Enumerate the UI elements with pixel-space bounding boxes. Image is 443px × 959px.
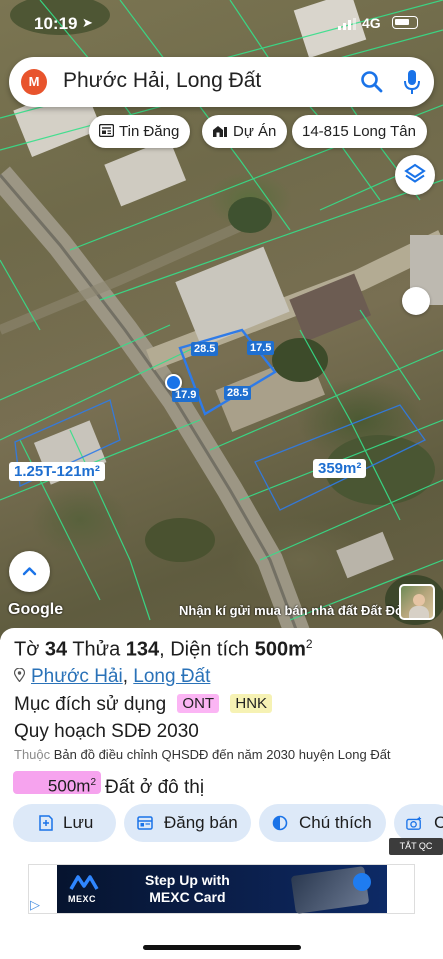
legend-button[interactable]: Chú thích: [259, 804, 386, 842]
ward-link[interactable]: Phước Hải: [31, 666, 123, 687]
land-use-tag-ont: ONT: [177, 694, 220, 713]
plan-area-desc: Đất ở đô thị: [105, 776, 205, 798]
chip-long-tan[interactable]: 14-815 Long Tân: [292, 115, 427, 148]
google-attribution: Google: [8, 601, 64, 618]
plot-area-label[interactable]: 359m²: [313, 459, 367, 478]
ad-choices-icon[interactable]: ▷: [30, 897, 48, 913]
post-sale-label: Đăng bán: [164, 813, 238, 832]
land-use-row: Mục đích sử dụng ONT HNK: [14, 694, 273, 716]
ad-creative[interactable]: MEXC Step Up with MEXC Card: [57, 865, 387, 914]
sheet-number: 34: [44, 638, 68, 661]
chip-label: Dự Án: [233, 123, 277, 140]
battery-icon: [392, 16, 418, 29]
status-bar: 10:19 ➤ 4G: [0, 0, 443, 48]
search-bar[interactable]: M Phước Hải, Long Đất: [9, 57, 434, 107]
chip-du-an[interactable]: Dự Án: [202, 115, 288, 148]
chip-label: Tin Đăng: [119, 123, 180, 140]
signal-icon: [338, 18, 356, 30]
camera-icon: [406, 816, 422, 830]
location-arrow-icon: ➤: [82, 15, 93, 30]
mic-icon[interactable]: [403, 68, 421, 96]
land-use-label: Mục đích sử dụng: [14, 694, 167, 715]
ad-brand: MEXC: [68, 894, 97, 904]
post-sale-button[interactable]: Đăng bán: [124, 804, 251, 842]
building-icon: [213, 125, 227, 137]
current-location-dot: [165, 374, 182, 391]
search-icon[interactable]: [359, 69, 385, 95]
listing-icon: [137, 816, 153, 830]
plan-source: Thuộc Bản đồ điều chỉnh QHSDĐ đến năm 20…: [14, 747, 391, 762]
satellite-map[interactable]: 10:19 ➤ 4G M Phước Hải, Long Đất Tin Đăn…: [0, 0, 443, 640]
legend-label: Chú thích: [299, 813, 372, 832]
parcel-number: 134: [125, 638, 160, 661]
avatar[interactable]: M: [21, 69, 47, 95]
dimension-label: 28.5: [191, 342, 219, 356]
ad-banner[interactable]: ▷ MEXC Step Up with MEXC Card: [28, 864, 415, 914]
camera-button[interactable]: C: [394, 804, 443, 842]
plan-area-row: 500m2 Đất ở đô thị: [13, 771, 204, 799]
coin-icon: [353, 873, 371, 891]
agent-thumbnail[interactable]: [399, 584, 435, 620]
parcel-area: 500m: [254, 638, 306, 661]
chevron-up-icon: [22, 567, 37, 576]
home-indicator: [143, 945, 301, 950]
dimension-label: 17.5: [247, 341, 275, 355]
legend-icon: [272, 815, 288, 831]
save-icon: [39, 815, 53, 831]
close-ad-button[interactable]: TẮT QC: [389, 838, 443, 855]
plan-title: Quy hoạch SDĐ 2030: [14, 721, 199, 742]
map-banner-text[interactable]: Nhận kí gửi mua bán nhà đất Đất Đỏ: [179, 603, 399, 618]
location-row: Phước Hải, Long Đất: [14, 666, 210, 688]
dimension-label: 28.5: [224, 386, 252, 400]
network-label: 4G: [362, 15, 381, 31]
pin-icon: [14, 667, 25, 682]
ad-headline: Step Up with MEXC Card: [145, 872, 230, 905]
status-time: 10:19: [34, 14, 78, 33]
compass-button[interactable]: [402, 287, 430, 315]
news-icon: [99, 124, 114, 138]
search-input[interactable]: Phước Hải, Long Đất: [63, 69, 261, 93]
camera-label: C: [434, 813, 443, 832]
expand-button[interactable]: [9, 551, 50, 592]
district-link[interactable]: Long Đất: [133, 666, 210, 687]
save-label: Lưu: [63, 813, 94, 832]
chip-tin-dang[interactable]: Tin Đăng: [89, 115, 191, 148]
land-use-tag-hnk: HNK: [230, 694, 273, 713]
save-button[interactable]: Lưu: [13, 804, 116, 842]
parcel-title: Tờ 34 Thửa 134, Diện tích 500m2: [14, 637, 313, 661]
layers-icon: [404, 163, 426, 183]
layers-button[interactable]: [395, 155, 435, 195]
parcel-info-panel: Tờ 34 Thửa 134, Diện tích 500m2 Phước Hả…: [0, 628, 443, 959]
mexc-logo-icon: [69, 875, 99, 890]
chip-label: 14-815 Long Tân: [302, 123, 416, 140]
plot-price-label[interactable]: 1.25T-121m²: [9, 462, 105, 481]
plan-area-badge: 500m2: [13, 771, 101, 796]
